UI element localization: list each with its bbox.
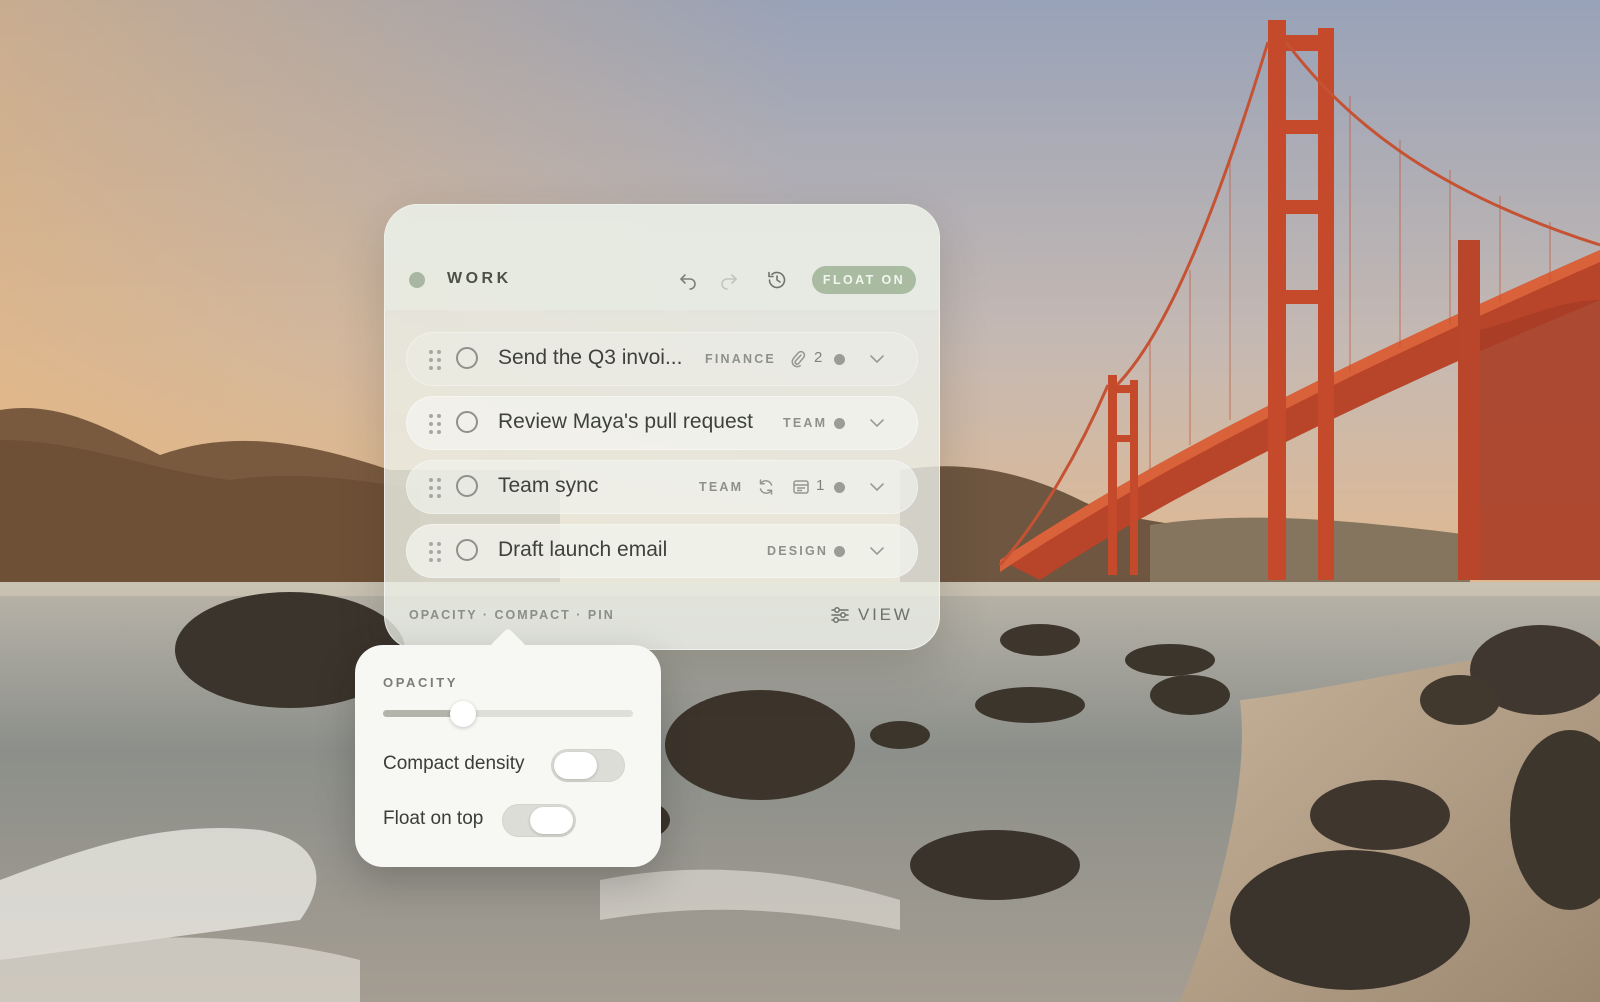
opacity-slider[interactable] <box>383 701 633 727</box>
redo-icon[interactable] <box>716 267 742 293</box>
chevron-down-icon[interactable] <box>869 480 885 494</box>
paperclip-icon <box>791 350 806 368</box>
task-checkbox[interactable] <box>456 539 478 561</box>
task-title[interactable]: Draft launch email <box>498 538 667 562</box>
drag-handle-icon[interactable] <box>428 349 442 371</box>
priority-dot <box>834 418 845 429</box>
view-label: VIEW <box>858 605 913 624</box>
list-name: WORK <box>447 270 512 287</box>
compact-density-toggle[interactable] <box>551 749 625 782</box>
sliders-icon <box>831 607 849 623</box>
toggle-knob <box>530 807 573 834</box>
drag-handle-icon[interactable] <box>428 477 442 499</box>
priority-dot <box>834 546 845 557</box>
task-title[interactable]: Review Maya's pull request <box>498 410 753 434</box>
task-row[interactable]: Team sync TEAM 1 <box>406 460 918 514</box>
panel-header: WORK FLOAT ON <box>384 204 940 310</box>
task-checkbox[interactable] <box>456 411 478 433</box>
task-row[interactable]: Draft launch email DESIGN <box>406 524 918 578</box>
drag-handle-icon[interactable] <box>428 413 442 435</box>
float-on-top-label: Float on top <box>383 808 484 829</box>
list-status-dot <box>409 272 425 288</box>
task-tag: TEAM <box>783 416 828 430</box>
repeat-icon <box>759 479 773 495</box>
chevron-down-icon[interactable] <box>869 352 885 366</box>
view-settings-popover: OPACITY Compact density Float on top <box>355 627 661 867</box>
task-tag: TEAM <box>699 480 744 494</box>
task-row[interactable]: Review Maya's pull request TEAM <box>406 396 918 450</box>
drag-handle-icon[interactable] <box>428 541 442 563</box>
opacity-slider-thumb[interactable] <box>450 701 476 727</box>
task-title[interactable]: Send the Q3 invoi... <box>498 346 682 370</box>
attachment-count: 2 <box>814 349 823 366</box>
task-tag: DESIGN <box>767 544 829 558</box>
task-row[interactable]: Send the Q3 invoi... FINANCE 2 <box>406 332 918 386</box>
task-title[interactable]: Team sync <box>498 474 598 498</box>
task-checkbox[interactable] <box>456 475 478 497</box>
priority-dot <box>834 482 845 493</box>
chevron-down-icon[interactable] <box>869 544 885 558</box>
opacity-heading: OPACITY <box>383 675 459 690</box>
chevron-down-icon[interactable] <box>869 416 885 430</box>
float-on-badge[interactable]: FLOAT ON <box>812 266 916 294</box>
compact-density-label: Compact density <box>383 753 525 774</box>
task-panel: WORK FLOAT ON Send the Q3 invoi... FINAN… <box>384 204 940 650</box>
task-tag: FINANCE <box>705 352 776 366</box>
task-checkbox[interactable] <box>456 347 478 369</box>
float-on-top-toggle[interactable] <box>502 804 576 837</box>
priority-dot <box>834 354 845 365</box>
view-button[interactable]: VIEW <box>830 602 913 628</box>
calendar-icon <box>793 480 809 494</box>
history-icon[interactable] <box>764 267 790 293</box>
event-count: 1 <box>816 477 825 494</box>
view-modes-summary: OPACITY · COMPACT · PIN <box>409 608 615 622</box>
toggle-knob <box>554 752 597 779</box>
undo-icon[interactable] <box>675 267 701 293</box>
